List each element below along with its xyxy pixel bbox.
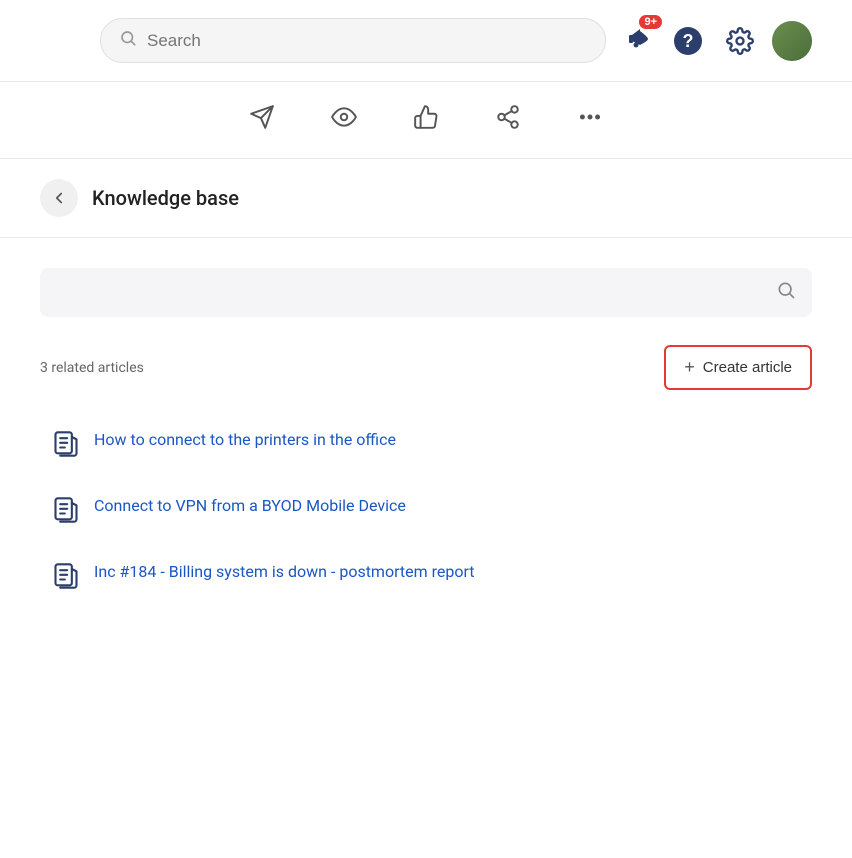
list-item[interactable]: Connect to VPN from a BYOD Mobile Device: [40, 476, 812, 542]
search-input[interactable]: [147, 31, 587, 51]
document-icon: [52, 430, 80, 458]
megaphone-button[interactable]: [241, 100, 283, 140]
kb-search-wrap[interactable]: [40, 268, 812, 317]
articles-header: 3 related articles + Create article: [40, 345, 812, 390]
notification-badge: 9+: [639, 15, 662, 29]
avatar[interactable]: [772, 21, 812, 61]
header-icons: 9+ ?: [622, 21, 812, 61]
notification-button[interactable]: 9+: [622, 23, 654, 58]
search-icon: [119, 29, 137, 52]
back-button[interactable]: [40, 179, 78, 217]
search-bar[interactable]: [100, 18, 606, 63]
kb-header: Knowledge base: [0, 159, 852, 238]
kb-title: Knowledge base: [92, 186, 239, 210]
document-icon: [52, 496, 80, 524]
create-article-label: Create article: [703, 359, 792, 376]
kb-search-input[interactable]: [56, 284, 776, 302]
article-title: Inc #184 - Billing system is down - post…: [94, 560, 475, 584]
thumbsup-button[interactable]: [405, 100, 447, 140]
list-item[interactable]: Inc #184 - Billing system is down - post…: [40, 542, 812, 608]
plus-icon: +: [684, 357, 695, 378]
more-button[interactable]: [569, 100, 611, 140]
create-article-button[interactable]: + Create article: [664, 345, 812, 390]
article-title: How to connect to the printers in the of…: [94, 428, 396, 452]
kb-search-icon: [776, 280, 796, 305]
help-button[interactable]: ?: [668, 21, 708, 61]
article-title: Connect to VPN from a BYOD Mobile Device: [94, 494, 406, 518]
main-content: 3 related articles + Create article How …: [0, 238, 852, 638]
article-list: How to connect to the printers in the of…: [40, 410, 812, 608]
toolbar: [0, 82, 852, 159]
list-item[interactable]: How to connect to the printers in the of…: [40, 410, 812, 476]
document-icon: [52, 562, 80, 590]
svg-text:?: ?: [683, 31, 694, 51]
settings-button[interactable]: [722, 23, 758, 59]
eye-button[interactable]: [323, 100, 365, 140]
related-count-label: 3 related articles: [40, 360, 144, 376]
share-button[interactable]: [487, 100, 529, 140]
top-header: 9+ ?: [0, 0, 852, 82]
